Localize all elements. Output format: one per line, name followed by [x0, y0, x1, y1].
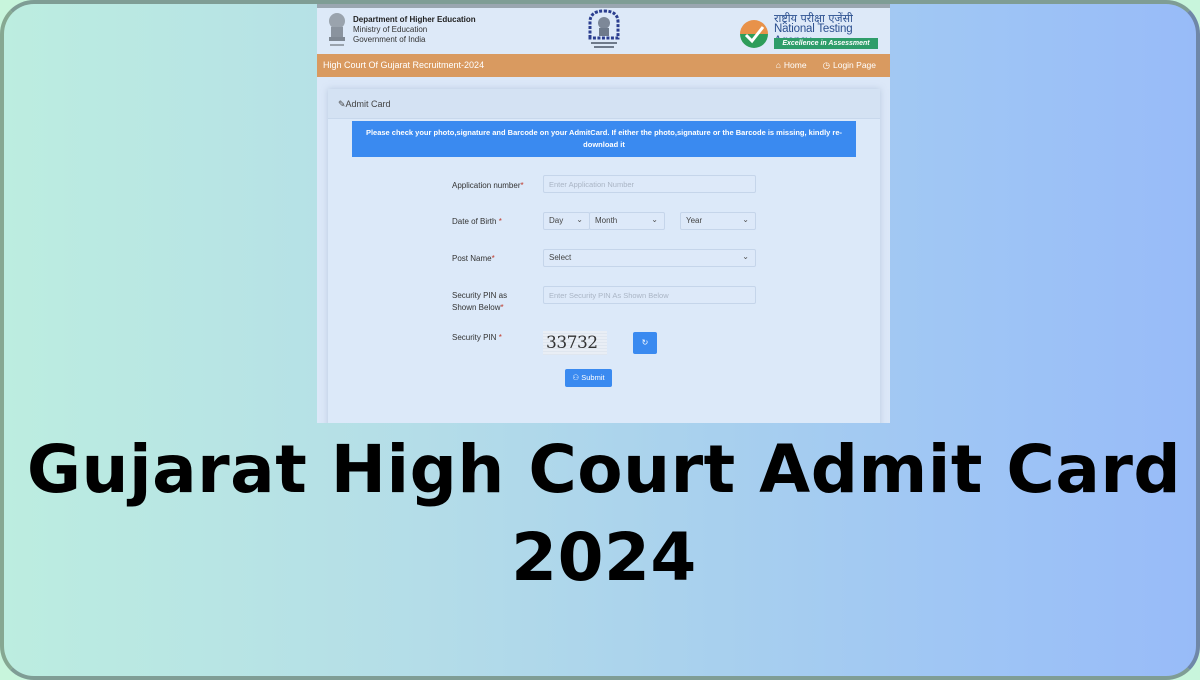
dept-name: Department of Higher Education [353, 15, 476, 24]
submit-button[interactable]: ⚇ Submit [565, 369, 612, 387]
home-icon: ⌂ [775, 60, 781, 70]
dob-day-select[interactable]: Day ⌄ [543, 212, 590, 230]
headline: Gujarat High Court Admit Card 2024 [4, 426, 1196, 602]
home-link[interactable]: ⌂ Home [776, 60, 807, 71]
refresh-icon: ↻ [641, 338, 649, 347]
refresh-captcha-button[interactable]: ↻ [633, 332, 657, 354]
dob-month-select[interactable]: Month ⌄ [589, 212, 665, 230]
chevron-down-icon: ⌄ [742, 252, 749, 261]
government-name: Government of India [353, 35, 426, 44]
ministry-text: Department of Higher Education Ministry … [353, 15, 476, 45]
national-emblem-icon [329, 13, 345, 46]
dob-year-select[interactable]: Year ⌄ [680, 212, 756, 230]
clock-icon: ◷ [822, 60, 830, 70]
nta-check-icon [740, 20, 768, 48]
edit-icon: ✎ [338, 99, 346, 109]
navbar: High Court Of Gujarat Recruitment-2024 ⌂… [317, 54, 890, 77]
high-court-logo-icon [588, 9, 620, 48]
nta-logo: राष्ट्रीय परीक्षा एजेंसी National Testin… [740, 10, 880, 52]
chevron-down-icon: ⌄ [576, 215, 583, 224]
security-pin-input-label: Security PIN as Shown Below* [452, 291, 508, 312]
website-screenshot: Department of Higher Education Ministry … [317, 4, 890, 423]
card-title: Admit Card [345, 99, 391, 109]
headline-line-2: 2024 [511, 519, 697, 596]
nta-tagline: Excellence in Assessment [774, 38, 878, 49]
post-name-label: Post Name* [452, 254, 495, 263]
application-number-label: Application number* [452, 181, 524, 190]
post-name-select[interactable]: Select ⌄ [543, 249, 756, 267]
ministry-name: Ministry of Education [353, 25, 428, 34]
notice-alert: Please check your photo,signature and Ba… [352, 121, 856, 157]
login-page-link[interactable]: ◷ Login Page [823, 60, 876, 71]
security-pin-label: Security PIN * [452, 333, 502, 342]
headline-line-1: Gujarat High Court Admit Card [26, 431, 1182, 508]
chevron-down-icon: ⌄ [651, 215, 658, 224]
user-icon: ⚇ [572, 373, 580, 382]
captcha-image: 33732 [543, 331, 607, 355]
home-label: Home [783, 60, 807, 70]
application-number-input[interactable]: Enter Application Number [543, 175, 756, 193]
chevron-down-icon: ⌄ [742, 215, 749, 224]
card-header: ✎Admit Card [328, 89, 880, 119]
dob-label: Date of Birth * [452, 217, 502, 226]
site-header: Department of Higher Education Ministry … [317, 8, 890, 54]
admit-card-panel: ✎Admit Card Please check your photo,sign… [328, 89, 880, 423]
banner-frame: Department of Higher Education Ministry … [0, 0, 1200, 680]
nav-links: ⌂ Home ◷ Login Page [776, 60, 876, 71]
security-pin-input[interactable]: Enter Security PIN As Shown Below [543, 286, 756, 304]
login-label: Login Page [832, 60, 876, 70]
recruitment-title: High Court Of Gujarat Recruitment-2024 [323, 60, 485, 70]
